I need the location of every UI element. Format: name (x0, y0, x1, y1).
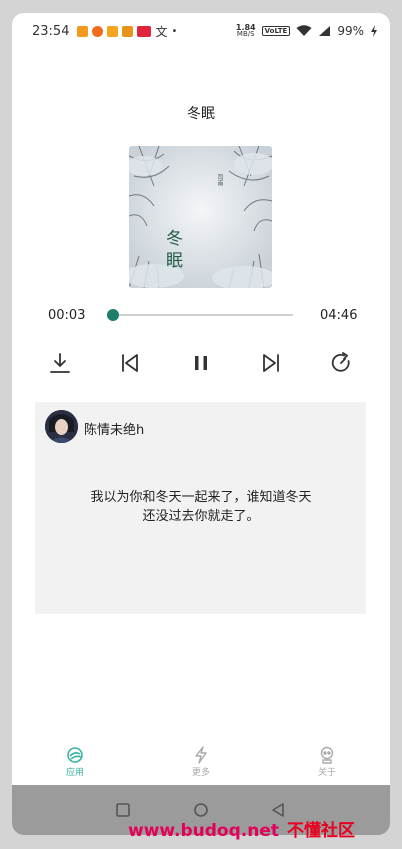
previous-button[interactable] (116, 349, 144, 377)
next-icon (263, 354, 279, 372)
volte-badge: VoLTE (261, 26, 291, 36)
song-title: 冬眠 (187, 106, 215, 122)
tab-label: 更多 (191, 768, 210, 778)
tab-more[interactable]: 更多 (171, 746, 231, 778)
pause-button[interactable] (187, 349, 215, 377)
tab-label: 关于 (317, 768, 336, 778)
bottom-tab-bar: 应用 更多 关于 (12, 740, 390, 786)
charging-icon (371, 25, 377, 37)
repeat-icon (331, 352, 350, 372)
app3-icon (107, 25, 119, 37)
app4-icon (122, 25, 134, 37)
tab-label: 应用 (65, 768, 84, 778)
progress-bar[interactable] (106, 309, 293, 321)
phone-screen: 23:54 文 • 1.84 MB/S VoLTE 99% 冬眠 冬 眠 司南 … (12, 13, 390, 835)
lightning-icon (195, 746, 207, 764)
album-cover[interactable]: 冬 眠 司南 (129, 146, 272, 288)
avatar-image (45, 410, 78, 443)
robot-icon (320, 746, 334, 764)
tab-apps[interactable]: 应用 (45, 746, 105, 778)
next-button[interactable] (257, 349, 285, 377)
tab-about[interactable]: 关于 (297, 746, 357, 778)
progress-knob[interactable] (106, 309, 119, 321)
cover-artist: 司南 (216, 174, 223, 186)
dot-icon: • (171, 25, 178, 37)
watermark-text: 不懂社区 (287, 821, 355, 841)
download-icon (50, 353, 70, 373)
net-speed-unit: MB/S (236, 30, 255, 38)
wifi-icon (296, 25, 312, 36)
comment-text: 我以为你和冬天一起来了，谁知道冬天还没过去你就走了。 (90, 490, 312, 524)
repeat-button[interactable] (327, 349, 355, 377)
status-right: 1.84 MB/S VoLTE 99% (236, 24, 378, 38)
battery-text: 99% (337, 24, 364, 38)
previous-icon (122, 354, 138, 372)
comment-card: 陈情未绝h 我以为你和冬天一起来了，谁知道冬天还没过去你就走了。 (35, 402, 366, 614)
cover-art (129, 146, 272, 288)
app1-icon (77, 25, 89, 37)
notification-icons: 文 • (77, 23, 177, 40)
current-time: 00:03 (48, 308, 86, 323)
playback-controls (12, 349, 390, 377)
comment-username[interactable]: 陈情未绝h (84, 419, 144, 438)
cover-title-char: 眠 (166, 251, 183, 271)
total-time: 04:46 (320, 308, 358, 323)
watermark-url: www.budoq.net (128, 821, 279, 841)
app5-icon (137, 25, 152, 37)
download-button[interactable] (46, 349, 74, 377)
avatar[interactable] (45, 410, 78, 443)
signal-icon (319, 26, 331, 36)
app2-icon (92, 25, 104, 37)
pause-icon (195, 356, 207, 370)
watermark: www.budoq.net 不懂社区 (128, 816, 355, 841)
app-tab-icon (67, 747, 83, 763)
status-time: 23:54 (32, 23, 70, 39)
status-bar: 23:54 文 • 1.84 MB/S VoLTE 99% (12, 13, 390, 49)
translate-icon: 文 (155, 24, 168, 39)
net-speed: 1.84 MB/S (236, 24, 256, 38)
